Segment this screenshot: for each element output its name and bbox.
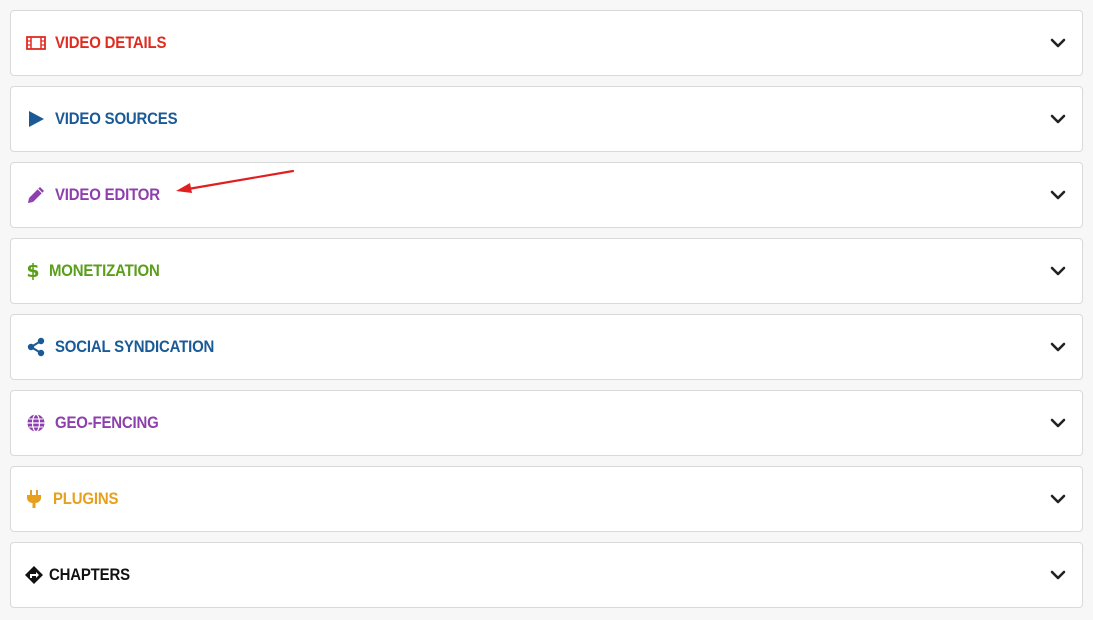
play-icon (25, 108, 47, 130)
chevron-down-icon[interactable] (1048, 565, 1068, 585)
panel-chapters[interactable]: CHAPTERS (10, 542, 1083, 608)
panel-header[interactable]: VIDEO SOURCES (11, 87, 1082, 151)
panel-header[interactable]: SOCIAL SYNDICATION (11, 315, 1082, 379)
panel-geo-fencing[interactable]: GEO-FENCING (10, 390, 1083, 456)
chevron-down-icon[interactable] (1048, 337, 1068, 357)
panel-title: PLUGINS (53, 489, 119, 508)
chevron-down-icon[interactable] (1048, 489, 1068, 509)
panel-header[interactable]: VIDEO DETAILS (11, 11, 1082, 75)
panel-header[interactable]: CHAPTERS (11, 543, 1082, 607)
dollar-icon: $ (26, 260, 40, 282)
panel-title: MONETIZATION (49, 261, 160, 280)
panel-video-sources[interactable]: VIDEO SOURCES (10, 86, 1083, 152)
pencil-icon (25, 184, 47, 206)
chevron-down-icon[interactable] (1048, 33, 1068, 53)
panel-social-syndication[interactable]: SOCIAL SYNDICATION (10, 314, 1083, 380)
film-icon (25, 32, 47, 54)
panel-title: CHAPTERS (49, 565, 130, 584)
chevron-down-icon[interactable] (1048, 109, 1068, 129)
settings-accordion: VIDEO DETAILS VIDEO SOURCES VIDEO EDITOR… (10, 10, 1083, 618)
chevron-down-icon[interactable] (1048, 413, 1068, 433)
panel-title: VIDEO SOURCES (55, 109, 178, 128)
chevron-down-icon[interactable] (1048, 185, 1068, 205)
panel-title: SOCIAL SYNDICATION (55, 337, 215, 356)
panel-video-details[interactable]: VIDEO DETAILS (10, 10, 1083, 76)
panel-title: VIDEO EDITOR (55, 185, 160, 204)
panel-header[interactable]: VIDEO EDITOR (11, 163, 1082, 227)
share-icon (25, 336, 47, 358)
panel-plugins[interactable]: PLUGINS (10, 466, 1083, 532)
plug-icon (25, 488, 43, 510)
globe-icon (25, 412, 47, 434)
panel-header[interactable]: GEO-FENCING (11, 391, 1082, 455)
panel-title: GEO-FENCING (55, 413, 159, 432)
panel-monetization[interactable]: $ MONETIZATION (10, 238, 1083, 304)
chevron-down-icon[interactable] (1048, 261, 1068, 281)
panel-title: VIDEO DETAILS (55, 33, 167, 52)
panel-header[interactable]: $ MONETIZATION (11, 239, 1082, 303)
signpost-icon (23, 564, 45, 586)
panel-header[interactable]: PLUGINS (11, 467, 1082, 531)
panel-video-editor[interactable]: VIDEO EDITOR (10, 162, 1083, 228)
